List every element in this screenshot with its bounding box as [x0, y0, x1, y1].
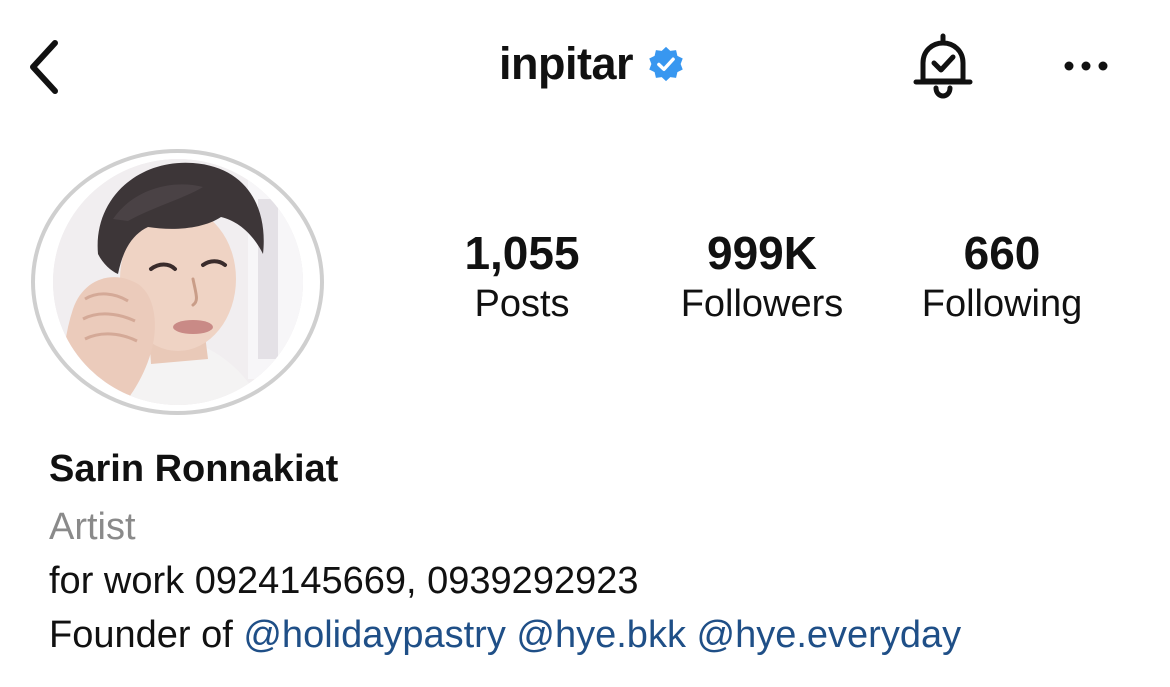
bell-check-icon: [913, 33, 973, 99]
following-count: 660: [963, 227, 1041, 279]
profile-avatar-button[interactable]: [31, 149, 324, 415]
username: inpitar: [498, 38, 634, 89]
posts-stat[interactable]: 1,055 Posts: [430, 226, 614, 328]
posts-label: Posts: [474, 283, 570, 325]
profile-photo: [52, 159, 303, 405]
profile-header-title: inpitar: [0, 38, 1170, 90]
following-label: Following: [921, 283, 1083, 325]
verified-badge-icon: [649, 46, 683, 82]
bio-line-founder: Founder of @holidaypastry @hye.bkk @hye.…: [49, 614, 961, 657]
followers-label: Followers: [680, 283, 844, 325]
mention-link-holidaypastry[interactable]: @holidaypastry: [243, 614, 505, 656]
more-horizontal-icon: [1064, 61, 1108, 71]
profile-category: Artist: [49, 506, 136, 548]
followers-count: 999K: [707, 227, 817, 279]
profile-page: inpitar 1,055 Posts 999K Followers 660 F…: [0, 0, 1170, 687]
followers-stat[interactable]: 999K Followers: [660, 226, 864, 328]
bio-line-work: for work 0924145669, 0939292923: [49, 560, 639, 602]
more-options-button[interactable]: [1056, 46, 1116, 86]
following-stat[interactable]: 660 Following: [900, 226, 1104, 328]
posts-count: 1,055: [464, 227, 580, 279]
mention-link-hye-everyday[interactable]: @hye.everyday: [697, 614, 962, 656]
avatar: [52, 159, 303, 405]
full-name: Sarin Ronnakiat: [49, 448, 339, 490]
notifications-bell-button[interactable]: [908, 30, 978, 102]
mention-link-hye-bkk[interactable]: @hye.bkk: [516, 614, 686, 656]
bio-founder-prefix: Founder of: [49, 614, 233, 656]
